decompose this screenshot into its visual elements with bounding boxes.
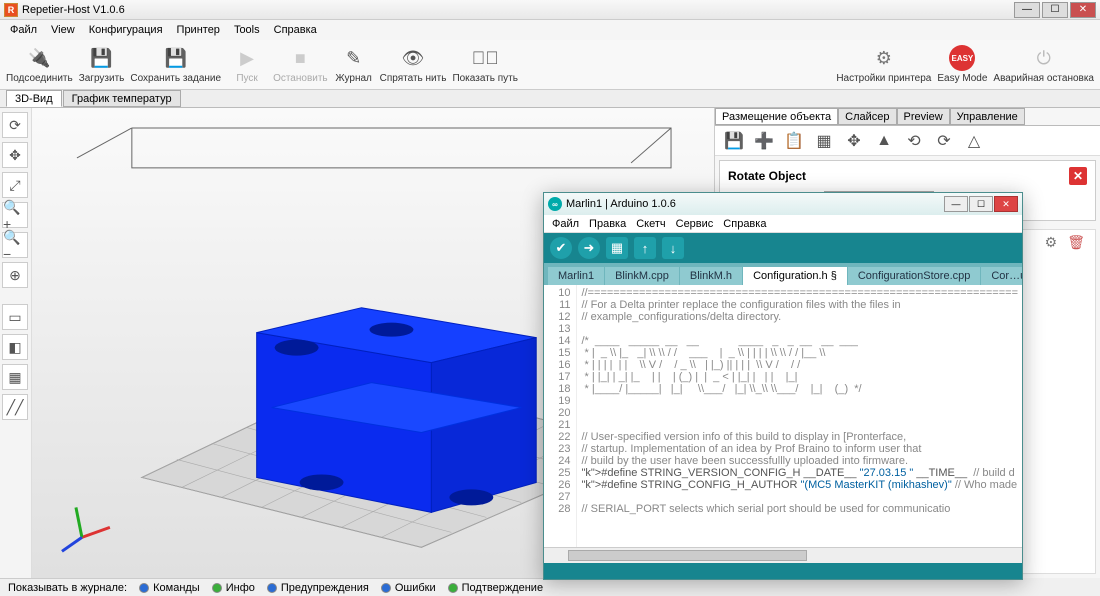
toolbar-Аварийная остановка[interactable]: ⏻Аварийная остановка (993, 45, 1094, 84)
arduino-tool-2[interactable]: ▦ (606, 237, 628, 259)
maximize-button[interactable]: ☐ (1042, 2, 1068, 18)
menu-view[interactable]: View (51, 24, 75, 36)
rotate-title: Rotate Object (728, 169, 806, 183)
arduino-tab-Configuration.h §[interactable]: Configuration.h § (743, 267, 847, 285)
viewtool-1[interactable]: ✥ (2, 142, 28, 168)
minimize-button[interactable]: — (1014, 2, 1040, 18)
menu-конфигурация[interactable]: Конфигурация (89, 24, 163, 36)
panel-icon-6[interactable]: ⟲ (903, 130, 925, 152)
line-gutter: 10 11 12 13 14 15 16 17 18 19 20 21 22 2… (544, 285, 577, 547)
trash-icon[interactable]: 🗑 (1067, 234, 1085, 251)
toolbar-Подсоединить[interactable]: 🔌Подсоединить (6, 45, 73, 84)
arduino-minimize-button[interactable]: — (944, 196, 968, 212)
code-body[interactable]: //======================================… (577, 285, 1022, 547)
app-icon: R (4, 3, 18, 17)
toolbar-Easy Mode[interactable]: EASYEasy Mode (937, 45, 987, 84)
arduino-tab-Marlin1[interactable]: Marlin1 (548, 267, 604, 285)
panel-icon-2[interactable]: 📋 (783, 130, 805, 152)
arduino-tool-4[interactable]: ↓ (662, 237, 684, 259)
arduino-menu-Справка[interactable]: Справка (723, 218, 766, 230)
log-toggle-Инфо[interactable]: Инфо (212, 582, 255, 594)
arduino-tool-3[interactable]: ↑ (634, 237, 656, 259)
viewtool-3[interactable]: 🔍+ (2, 202, 28, 228)
panel-icon-3[interactable]: ▦ (813, 130, 835, 152)
toolbar-Настройки принтера[interactable]: ⚙Настройки принтера (836, 45, 931, 84)
arduino-status (544, 563, 1022, 579)
arduino-window[interactable]: ∞ Marlin1 | Arduino 1.0.6 — ☐ ✕ Файл Прав… (543, 192, 1023, 580)
view-tools: ⟳ ✥ ⤢ 🔍+ 🔍− ⊕ ▭ ◧ ▦ ╱╱ (0, 108, 32, 578)
viewtool-9[interactable]: ╱╱ (2, 394, 28, 420)
tab-3D-Вид[interactable]: 3D-Вид (6, 90, 62, 107)
panel-tab-Управление[interactable]: Управление (950, 108, 1025, 125)
panel-icon-7[interactable]: ⟳ (933, 130, 955, 152)
viewtool-0[interactable]: ⟳ (2, 112, 28, 138)
arduino-menu-Правка[interactable]: Правка (589, 218, 626, 230)
toolbar-Спрятать нить[interactable]: 👁Спрятать нить (380, 45, 447, 84)
toolbar-Сохранить задание[interactable]: 💾Сохранить задание (130, 45, 221, 84)
window-title: Repetier-Host V1.0.6 (22, 4, 125, 16)
arduino-icon: ∞ (548, 197, 562, 211)
close-button[interactable]: ✕ (1070, 2, 1096, 18)
status-label: Показывать в журнале: (8, 582, 127, 594)
menu-справка[interactable]: Справка (274, 24, 317, 36)
view-tabs: 3D-ВидГрафик температур (0, 90, 1100, 108)
log-toggle-Команды[interactable]: Команды (139, 582, 200, 594)
toolbar-Пуск: ▶Пуск (227, 45, 267, 84)
viewtool-6[interactable]: ▭ (2, 304, 28, 330)
panel-icon-5[interactable]: ▲ (873, 130, 895, 152)
log-toggle-Ошибки[interactable]: Ошибки (381, 582, 436, 594)
log-toggle-Подтверждение[interactable]: Подтверждение (448, 582, 543, 594)
code-editor[interactable]: 10 11 12 13 14 15 16 17 18 19 20 21 22 2… (544, 285, 1022, 547)
menu-tools[interactable]: Tools (234, 24, 260, 36)
panel-icon-0[interactable]: 💾 (723, 130, 745, 152)
viewtool-4[interactable]: 🔍− (2, 232, 28, 258)
tab-График температур[interactable]: График температур (63, 90, 181, 107)
toolbar-Загрузить[interactable]: 💾Загрузить (79, 45, 125, 84)
viewtool-8[interactable]: ▦ (2, 364, 28, 390)
panel-tab-Слайсер[interactable]: Слайсер (838, 108, 896, 125)
arduino-menu-Сервис[interactable]: Сервис (676, 218, 714, 230)
viewtool-7[interactable]: ◧ (2, 334, 28, 360)
arduino-menu-Файл[interactable]: Файл (552, 218, 579, 230)
panel-tab-Preview[interactable]: Preview (897, 108, 950, 125)
log-toggle-Предупреждения[interactable]: Предупреждения (267, 582, 369, 594)
viewtool-2[interactable]: ⤢ (2, 172, 28, 198)
arduino-tab-ConfigurationStore.cpp[interactable]: ConfigurationStore.cpp (848, 267, 981, 285)
close-panel-button[interactable]: ✕ (1069, 167, 1087, 185)
panel-icon-8[interactable]: △ (963, 130, 985, 152)
toolbar-Журнал[interactable]: ✎Журнал (334, 45, 374, 84)
arduino-tool-1[interactable]: ➜ (578, 237, 600, 259)
panel-icon-4[interactable]: ✥ (843, 130, 865, 152)
arduino-tabs: Marlin1BlinkM.cppBlinkM.hConfiguration.h… (544, 263, 1022, 285)
arduino-titlebar[interactable]: ∞ Marlin1 | Arduino 1.0.6 — ☐ ✕ (544, 193, 1022, 215)
toolbar-Показать путь[interactable]: 👁⃠Показать путь (452, 45, 518, 84)
arduino-tab-BlinkM.h[interactable]: BlinkM.h (680, 267, 742, 285)
arduino-title: Marlin1 | Arduino 1.0.6 (566, 198, 676, 210)
arduino-tab-BlinkM.cpp[interactable]: BlinkM.cpp (605, 267, 679, 285)
gear-icon[interactable]: ⚙ (1045, 234, 1058, 251)
panel-icon-1[interactable]: ➕ (753, 130, 775, 152)
menu-файл[interactable]: Файл (10, 24, 37, 36)
viewtool-5[interactable]: ⊕ (2, 262, 28, 288)
panel-toolbar: 💾 ➕ 📋 ▦ ✥ ▲ ⟲ ⟳ △ (715, 126, 1100, 156)
status-bar: Показывать в журнале: Команды Инфо Предупре… (0, 578, 715, 596)
main-toolbar: 🔌Подсоединить💾Загрузить💾Сохранить задани… (0, 40, 1100, 90)
menu-принтер[interactable]: Принтер (177, 24, 220, 36)
panel-tab-Размещение объекта[interactable]: Размещение объекта (715, 108, 838, 125)
menubar: Файл View Конфигурация Принтер Tools Справка (0, 20, 1100, 40)
toolbar-Остановить: ■Остановить (273, 45, 328, 84)
arduino-tab-Cor…ura…[interactable]: Cor…ura… (981, 267, 1022, 285)
arduino-maximize-button[interactable]: ☐ (969, 196, 993, 212)
arduino-toolbar: ✔ ➜ ▦ ↑ ↓ (544, 233, 1022, 263)
arduino-tool-0[interactable]: ✔ (550, 237, 572, 259)
arduino-hscroll[interactable] (544, 547, 1022, 563)
arduino-menu-Скетч[interactable]: Скетч (636, 218, 665, 230)
panel-tabs: Размещение объектаСлайсерPreviewУправлен… (715, 108, 1100, 126)
arduino-close-button[interactable]: ✕ (994, 196, 1018, 212)
arduino-menubar: Файл Правка Скетч Сервис Справка (544, 215, 1022, 233)
titlebar: R Repetier-Host V1.0.6 — ☐ ✕ (0, 0, 1100, 20)
